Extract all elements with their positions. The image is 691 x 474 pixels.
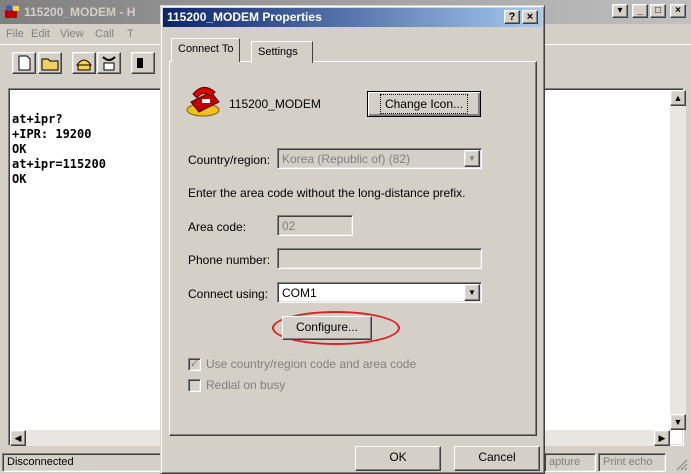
- tab-connect-to[interactable]: Connect To: [171, 38, 241, 62]
- hyperterminal-app-icon: [5, 5, 19, 18]
- scroll-up-icon[interactable]: ▲: [670, 90, 686, 106]
- scroll-left-icon[interactable]: ◀: [10, 430, 26, 446]
- system-menu-icon[interactable]: ▾: [612, 4, 628, 18]
- dialog-close-button[interactable]: ×: [522, 10, 538, 24]
- scroll-right-icon[interactable]: ▶: [654, 430, 670, 446]
- cancel-button[interactable]: Cancel: [454, 446, 540, 471]
- close-button[interactable]: ×: [670, 4, 686, 18]
- send-icon: [137, 58, 143, 68]
- modem-properties-dialog: 115200_MODEM Properties ? × Connect To S…: [160, 5, 545, 474]
- resize-grip-icon[interactable]: [674, 457, 688, 471]
- new-document-icon: [18, 55, 31, 71]
- send-button[interactable]: [131, 52, 155, 74]
- dialog-titlebar[interactable]: 115200_MODEM Properties ? ×: [163, 8, 542, 27]
- new-connection-button[interactable]: [12, 52, 36, 74]
- dialog-title: 115200_MODEM Properties: [167, 10, 322, 24]
- terminal-line: OK: [12, 142, 27, 156]
- minimize-button[interactable]: _: [632, 4, 648, 18]
- status-print-echo: Print echo: [598, 453, 666, 472]
- phone-icon: [76, 59, 92, 71]
- terminal-line: +IPR: 19200: [12, 127, 92, 141]
- open-button[interactable]: [38, 52, 62, 74]
- status-connection: Disconnected: [2, 453, 162, 472]
- hangup-icon: [102, 56, 116, 71]
- terminal-title: 115200_MODEM - H: [24, 5, 136, 19]
- status-capture: apture: [544, 453, 596, 472]
- connect-to-panel: [169, 61, 537, 436]
- tab-settings[interactable]: Settings: [251, 41, 313, 63]
- scroll-down-icon[interactable]: ▼: [670, 414, 686, 430]
- terminal-output: at+ipr? +IPR: 19200 OK at+ipr=115200 OK: [12, 112, 106, 187]
- menu-view[interactable]: View: [60, 28, 84, 40]
- menu-edit[interactable]: Edit: [31, 28, 50, 40]
- maximize-button[interactable]: □: [650, 4, 666, 18]
- menu-transfer[interactable]: T: [127, 28, 134, 40]
- terminal-line: OK: [12, 172, 27, 186]
- ok-button[interactable]: OK: [355, 446, 441, 471]
- help-button[interactable]: ?: [504, 10, 520, 24]
- folder-icon: [41, 58, 59, 71]
- connect-button[interactable]: [72, 52, 96, 74]
- terminal-line: at+ipr?: [12, 112, 63, 126]
- disconnect-button[interactable]: [97, 52, 121, 74]
- menu-call[interactable]: Call: [95, 28, 114, 40]
- menu-file[interactable]: File: [6, 28, 24, 40]
- vertical-scrollbar[interactable]: ▲ ▼: [670, 90, 686, 430]
- terminal-line: at+ipr=115200: [12, 157, 106, 171]
